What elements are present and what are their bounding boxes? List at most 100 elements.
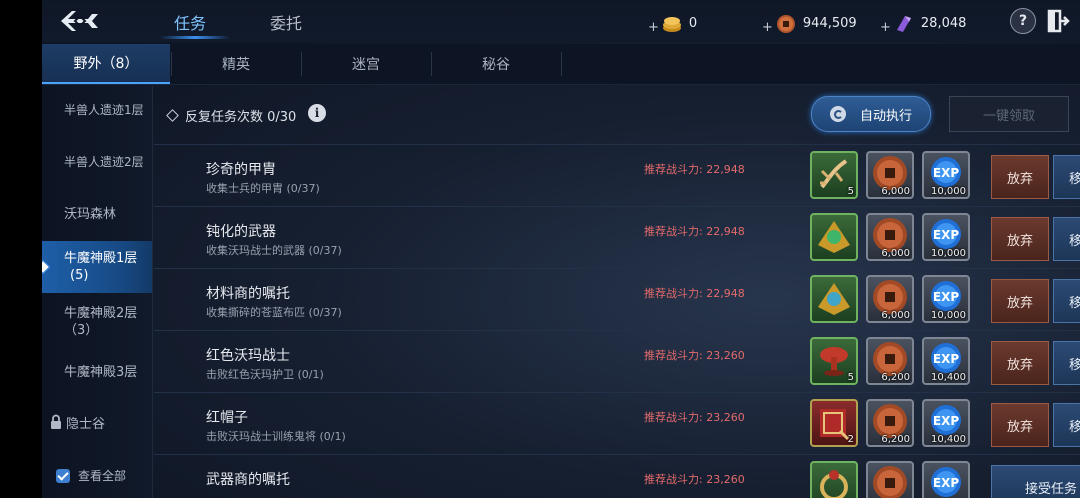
sidebar-item-bull-temple-2[interactable]: 牛魔神殿2层 （3） [42, 296, 152, 348]
quest-description: 击败沃玛战士训练鬼将 (0/1) [206, 430, 346, 443]
quest-window: 任务 委托 + 0 + 944,509 + 28,048 ? 野外（8） 精英 … [42, 0, 1080, 498]
crystal-amount: 28,048 [920, 16, 967, 31]
quest-name: 钝化的武器 [206, 224, 276, 240]
reward-slot[interactable]: 6,200 [866, 337, 914, 385]
quest-row[interactable]: 红色沃玛战士 击败红色沃玛护卫 (0/1) 推荐战斗力: 23,260 5 6,200 E… [154, 330, 1080, 393]
recommended-power: 推荐战斗力: 22,948 [644, 161, 745, 177]
add-bronze-icon[interactable]: + [762, 20, 773, 35]
move-button[interactable]: 移动 [1053, 217, 1080, 261]
reward-slot[interactable]: 6,000 [866, 213, 914, 261]
diamond-icon [166, 109, 179, 122]
quest-name: 红帽子 [206, 410, 248, 426]
reward-slot[interactable] [810, 213, 858, 261]
reward-slot[interactable]: 5 [810, 337, 858, 385]
recommended-power-label: 推荐战斗力: [644, 473, 703, 486]
quest-row[interactable]: 钝化的武器收集沃玛战士的武器 (0/37) 推荐战斗力: 22,948 6,000 E… [154, 206, 1080, 269]
sidebar-item-label: 沃玛森林 [64, 206, 117, 222]
repeat-count: 反复任务次数 0/30 [166, 106, 296, 125]
back-button[interactable] [52, 6, 108, 36]
gold-coin-icon [662, 16, 681, 32]
sidebar-item-orc-ruins-1[interactable]: 半兽人遗迹1层 [42, 88, 152, 132]
subtab-field[interactable]: 野外（8） [42, 44, 170, 84]
gold-currency[interactable]: + 0 [648, 12, 697, 35]
reward-slot[interactable] [866, 461, 914, 498]
help-button[interactable]: ? [1010, 8, 1036, 34]
reward-slot[interactable] [810, 275, 858, 323]
sidebar-item-bull-temple-1[interactable]: 牛魔神殿1层 (5) [42, 241, 152, 293]
reward-slot[interactable]: EXP 10,000 [922, 213, 970, 261]
recommended-power-label: 推荐战斗力: [644, 163, 703, 176]
reward-slot[interactable]: 6,000 [866, 151, 914, 199]
svg-text:EXP: EXP [933, 352, 959, 366]
quest-row[interactable]: 红帽子击败沃玛战士训练鬼将 (0/1) 推荐战斗力: 23,260 2 6,200 EX… [154, 392, 1080, 455]
abandon-button[interactable]: 放弃 [991, 217, 1049, 261]
quest-description: 收集撕碎的苍蓝布匹 (0/37) [206, 306, 342, 319]
accept-quest-button[interactable]: 接受任务 [991, 465, 1080, 498]
info-icon[interactable]: i [308, 104, 326, 122]
sidebar-item-hermit-valley[interactable]: 隐士谷 [42, 402, 152, 446]
tab-commissions[interactable]: 委托 [270, 10, 302, 34]
sidebar-item-label: 半兽人遗迹1层 [64, 102, 144, 117]
reward-slot[interactable]: 6,200 [866, 399, 914, 447]
quest-name: 珍奇的甲胄 [206, 162, 276, 178]
left-bezel [0, 0, 42, 498]
reward-quantity: 2 [847, 434, 854, 445]
move-button[interactable]: 移动 [1053, 279, 1080, 323]
recommended-power: 推荐战斗力: 22,948 [644, 223, 745, 239]
view-all-label: 查看全部 [78, 468, 127, 483]
reward-slot[interactable]: 5 [810, 151, 858, 199]
sidebar-item-woma-forest[interactable]: 沃玛森林 [42, 192, 152, 236]
recommended-power: 推荐战斗力: 23,260 [644, 409, 745, 425]
view-all-checkbox[interactable]: 查看全部 [42, 456, 152, 496]
add-gold-icon[interactable]: + [648, 20, 659, 35]
auto-execute-button[interactable]: 自动执行 [811, 96, 931, 132]
recommended-power-value: 23,260 [706, 349, 745, 362]
abandon-button[interactable]: 放弃 [991, 403, 1049, 447]
exit-button[interactable] [1046, 8, 1070, 34]
reward-quantity: 6,000 [881, 248, 910, 259]
reward-quantity: 5 [847, 186, 854, 197]
quest-description: 收集沃玛战士的武器 (0/37) [206, 244, 342, 257]
claim-all-button[interactable]: 一键领取 [949, 96, 1069, 132]
abandon-button[interactable]: 放弃 [991, 279, 1049, 323]
reward-slot[interactable]: EXP 10,000 [922, 151, 970, 199]
reward-slot[interactable]: 6,000 [866, 275, 914, 323]
reward-slot[interactable]: EXP 10,400 [922, 337, 970, 385]
divider [561, 52, 562, 76]
recommended-power: 推荐战斗力: 23,260 [644, 347, 745, 363]
back-arrow-icon [61, 11, 98, 31]
add-crystal-icon[interactable]: + [880, 20, 891, 35]
reward-slot[interactable]: 2 [810, 399, 858, 447]
sidebar-item-label: 半兽人遗迹2层 [64, 154, 144, 169]
reward-quantity: 6,200 [881, 372, 910, 383]
svg-text:EXP: EXP [933, 228, 959, 242]
sidebar-item-label: 牛魔神殿3层 [64, 364, 138, 380]
recommended-power-value: 22,948 [706, 163, 745, 176]
sidebar-item-bull-temple-3[interactable]: 牛魔神殿3层 [42, 350, 152, 394]
tab-active-indicator [160, 36, 230, 39]
quest-row[interactable]: 珍奇的甲胄 收集士兵的甲胄 (0/37) 推荐战斗力: 22,948 5 6,000 EX… [154, 144, 1080, 207]
repeat-header: 反复任务次数 0/30 i 自动执行 一键领取 [154, 96, 1080, 134]
tab-quests[interactable]: 任务 [174, 10, 206, 34]
subtab-secret-valley[interactable]: 秘谷 [432, 44, 560, 84]
abandon-button[interactable]: 放弃 [991, 341, 1049, 385]
reward-slot[interactable]: EXP 10,000 [922, 275, 970, 323]
move-button[interactable]: 移动 [1053, 155, 1080, 199]
sidebar-item-count: (5) [70, 268, 89, 283]
quest-row[interactable]: 材料商的嘱托 收集撕碎的苍蓝布匹 (0/37) 推荐战斗力: 22,948 6,000… [154, 268, 1080, 331]
reward-slot[interactable]: EXP [922, 461, 970, 498]
sidebar-item-orc-ruins-2[interactable]: 半兽人遗迹2层 [42, 140, 152, 184]
recommended-power-value: 22,948 [706, 287, 745, 300]
bronze-currency[interactable]: + 944,509 [762, 12, 857, 35]
subtab-maze[interactable]: 迷宫 [302, 44, 430, 84]
svg-text:EXP: EXP [933, 166, 959, 180]
abandon-button[interactable]: 放弃 [991, 155, 1049, 199]
move-button[interactable]: 移动 [1053, 403, 1080, 447]
reward-slot[interactable]: EXP 10,400 [922, 399, 970, 447]
crystal-currency[interactable]: + 28,048 [880, 12, 966, 35]
quest-row[interactable]: 武器商的嘱托 推荐战斗力: 23,260 EXP 接受任务 [154, 454, 1080, 498]
move-button[interactable]: 移动 [1053, 341, 1080, 385]
active-marker-icon [42, 259, 51, 275]
reward-slot[interactable] [810, 461, 858, 498]
subtab-elite[interactable]: 精英 [172, 44, 300, 84]
